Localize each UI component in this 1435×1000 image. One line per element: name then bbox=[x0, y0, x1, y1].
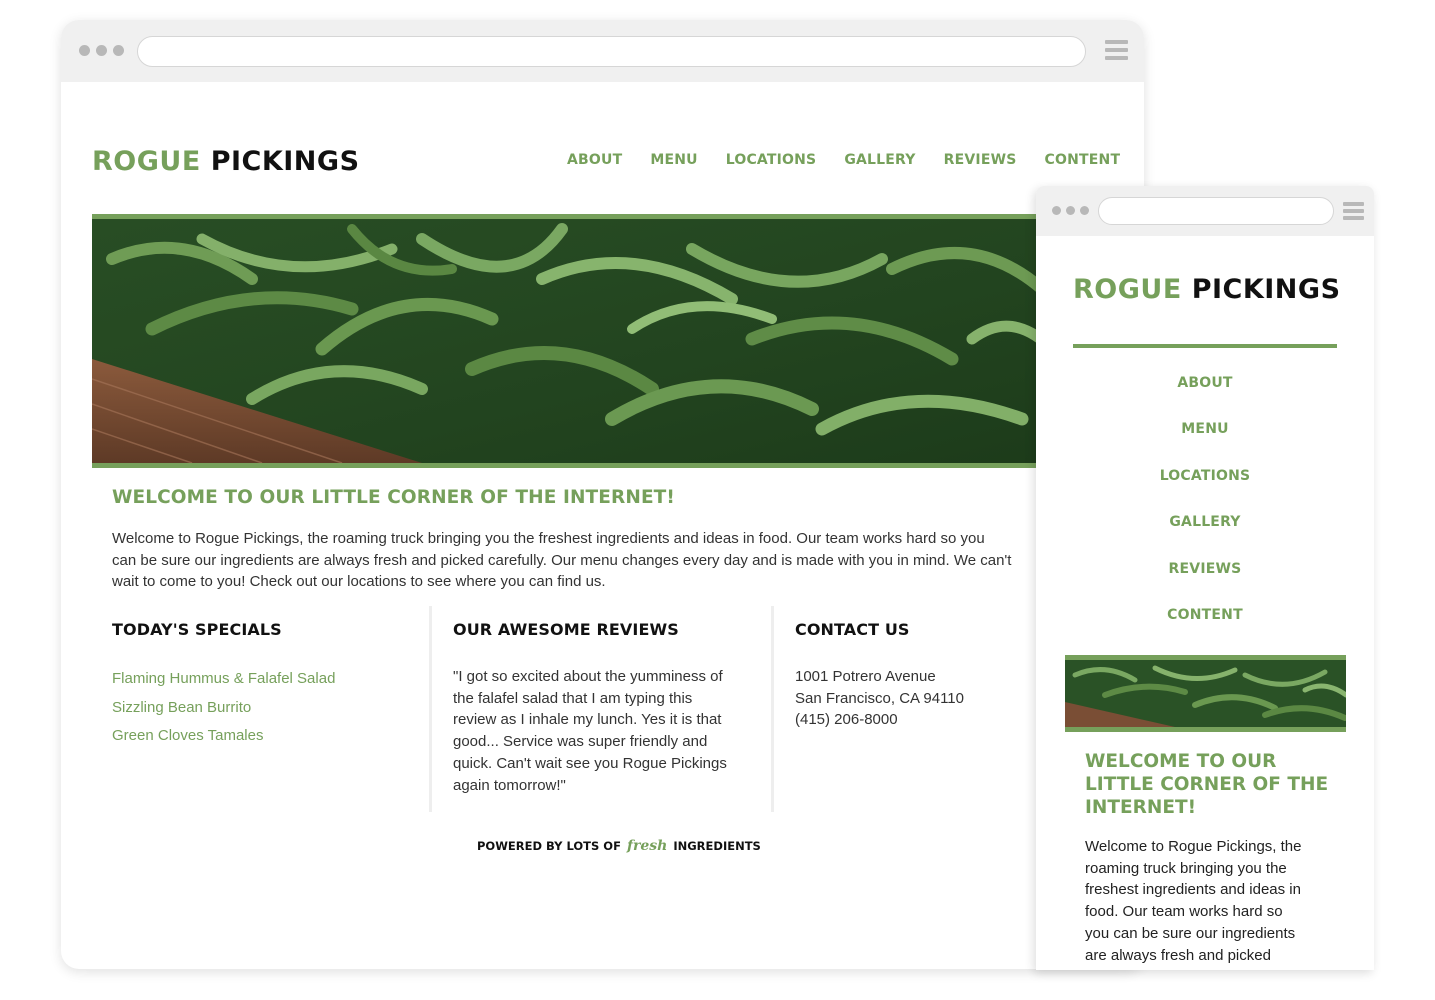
footer-text-before: POWERED BY LOTS OF bbox=[477, 839, 621, 853]
contact-address-line1: 1001 Potrero Avenue bbox=[795, 668, 936, 685]
specials-heading: TODAY'S SPECIALS bbox=[112, 620, 282, 639]
mobile-nav-gallery[interactable]: GALLERY bbox=[1169, 514, 1240, 530]
window-dot-icon[interactable] bbox=[1080, 206, 1089, 215]
mobile-intro-line: Welcome to Rogue Pickings, the bbox=[1085, 838, 1302, 855]
welcome-line: wait to come to you! Check out our locat… bbox=[112, 573, 606, 591]
mobile-welcome-paragraph: Welcome to Rogue Pickings, the roaming t… bbox=[1085, 836, 1335, 966]
logo-word-rogue: ROGUE bbox=[1073, 274, 1182, 305]
welcome-heading: WELCOME TO OUR LITTLE CORNER OF THE INTE… bbox=[112, 487, 675, 508]
contact-details: 1001 Potrero Avenue San Francisco, CA 94… bbox=[795, 666, 1034, 731]
reviews-heading: OUR AWESOME REVIEWS bbox=[453, 620, 679, 639]
mobile-nav-item: CONTENT bbox=[1036, 606, 1374, 652]
review-line: "I got so excited about the yumminess of bbox=[453, 668, 723, 685]
window-controls[interactable] bbox=[1052, 206, 1089, 215]
desktop-browser-window: ROGUE PICKINGS ABOUT MENU LOCATIONS GALL… bbox=[61, 20, 1144, 969]
footer-text-after: INGREDIENTS bbox=[673, 839, 761, 853]
review-line: quick. Can't wait see you Rogue Pickings bbox=[453, 754, 727, 772]
welcome-paragraph: Welcome to Rogue Pickings, the roaming t… bbox=[112, 528, 1052, 593]
window-dot-icon[interactable] bbox=[113, 45, 124, 56]
logo-word-pickings: PICKINGS bbox=[210, 146, 360, 177]
nav-menu[interactable]: MENU bbox=[650, 152, 697, 168]
logo-word-rogue: ROGUE bbox=[92, 146, 201, 177]
address-bar[interactable] bbox=[137, 36, 1086, 67]
review-line: good... Service was super friendly and bbox=[453, 733, 708, 751]
welcome-line: Welcome to Rogue Pickings, the roaming t… bbox=[112, 530, 985, 547]
mobile-browser-toolbar bbox=[1036, 186, 1374, 236]
mobile-nav-reviews[interactable]: REVIEWS bbox=[1169, 561, 1242, 577]
review-line: the falafel salad that I am typing this bbox=[453, 689, 693, 707]
footer-powered-by: POWERED BY LOTS OF fresh INGREDIENTS bbox=[477, 838, 761, 854]
special-item[interactable]: Flaming Hummus & Falafel Salad bbox=[112, 665, 429, 694]
mobile-nav-menu[interactable]: MENU bbox=[1181, 421, 1228, 437]
mobile-intro-line: freshest ingredients and ideas in bbox=[1085, 881, 1301, 899]
special-item[interactable]: Green Cloves Tamales bbox=[112, 722, 429, 751]
contact-heading: CONTACT US bbox=[795, 620, 910, 639]
mobile-intro-line: are always fresh and picked bbox=[1085, 946, 1271, 964]
window-dot-icon[interactable] bbox=[1052, 206, 1061, 215]
welcome-line: can be sure our ingredients are always f… bbox=[112, 551, 1012, 569]
nav-content[interactable]: CONTENT bbox=[1045, 152, 1121, 168]
main-nav: ABOUT MENU LOCATIONS GALLERY REVIEWS CON… bbox=[567, 152, 1120, 168]
reviews-column: OUR AWESOME REVIEWS "I got so excited ab… bbox=[432, 606, 774, 812]
mobile-site-logo[interactable]: ROGUE PICKINGS bbox=[1073, 274, 1341, 305]
mobile-heading-line: WELCOME TO OUR bbox=[1085, 751, 1277, 772]
mobile-nav-locations[interactable]: LOCATIONS bbox=[1160, 468, 1251, 484]
mobile-divider bbox=[1073, 344, 1337, 348]
specials-column: TODAY'S SPECIALS Flaming Hummus & Falafe… bbox=[112, 606, 432, 812]
contact-address-line2: San Francisco, CA 94110 bbox=[795, 689, 964, 707]
mobile-nav-item: REVIEWS bbox=[1036, 560, 1374, 606]
window-controls[interactable] bbox=[79, 45, 124, 56]
window-dot-icon[interactable] bbox=[79, 45, 90, 56]
specials-list: Flaming Hummus & Falafel Salad Sizzling … bbox=[112, 665, 429, 751]
hero-image-green-beans bbox=[92, 214, 1052, 468]
nav-reviews[interactable]: REVIEWS bbox=[944, 152, 1017, 168]
mobile-nav-content[interactable]: CONTENT bbox=[1167, 607, 1243, 623]
mobile-browser-window: ROGUE PICKINGS ABOUT MENU LOCATIONS GALL… bbox=[1036, 186, 1374, 970]
mobile-heading-line: INTERNET! bbox=[1085, 797, 1197, 818]
mobile-address-bar[interactable] bbox=[1098, 197, 1334, 225]
logo-word-pickings: PICKINGS bbox=[1191, 274, 1341, 305]
browser-toolbar bbox=[61, 20, 1144, 82]
window-dot-icon[interactable] bbox=[96, 45, 107, 56]
mobile-intro-line: food. Our team works hard so bbox=[1085, 903, 1283, 921]
nav-locations[interactable]: LOCATIONS bbox=[726, 152, 817, 168]
hamburger-menu-icon[interactable] bbox=[1105, 40, 1128, 60]
mobile-nav-item: LOCATIONS bbox=[1036, 467, 1374, 513]
mobile-heading-line: LITTLE CORNER OF THE bbox=[1085, 774, 1329, 795]
contact-column: CONTACT US 1001 Potrero Avenue San Franc… bbox=[774, 606, 1034, 812]
mobile-nav-item: GALLERY bbox=[1036, 513, 1374, 559]
mobile-nav-about[interactable]: ABOUT bbox=[1177, 375, 1232, 391]
mobile-welcome-heading: WELCOME TO OUR LITTLE CORNER OF THE INTE… bbox=[1085, 750, 1335, 819]
mobile-intro-line: roaming truck bringing you the bbox=[1085, 859, 1287, 877]
mobile-hero-image-green-beans bbox=[1065, 655, 1346, 732]
review-line: again tomorrow!" bbox=[453, 776, 566, 794]
nav-about[interactable]: ABOUT bbox=[567, 152, 622, 168]
window-dot-icon[interactable] bbox=[1066, 206, 1075, 215]
mobile-nav: ABOUT MENU LOCATIONS GALLERY REVIEWS CON… bbox=[1036, 374, 1374, 652]
mobile-nav-item: ABOUT bbox=[1036, 374, 1374, 420]
nav-gallery[interactable]: GALLERY bbox=[844, 152, 915, 168]
review-line: review as I inhale my lunch. Yes it is t… bbox=[453, 711, 722, 729]
hamburger-menu-icon[interactable] bbox=[1343, 202, 1364, 220]
footer-fresh-script: fresh bbox=[626, 838, 668, 854]
special-item[interactable]: Sizzling Bean Burrito bbox=[112, 694, 429, 723]
review-quote: "I got so excited about the yumminess of… bbox=[453, 666, 771, 796]
contact-phone[interactable]: (415) 206-8000 bbox=[795, 709, 1034, 731]
mobile-intro-line: you can be sure our ingredients bbox=[1085, 924, 1296, 942]
mobile-nav-item: MENU bbox=[1036, 420, 1374, 466]
site-logo[interactable]: ROGUE PICKINGS bbox=[92, 146, 360, 177]
